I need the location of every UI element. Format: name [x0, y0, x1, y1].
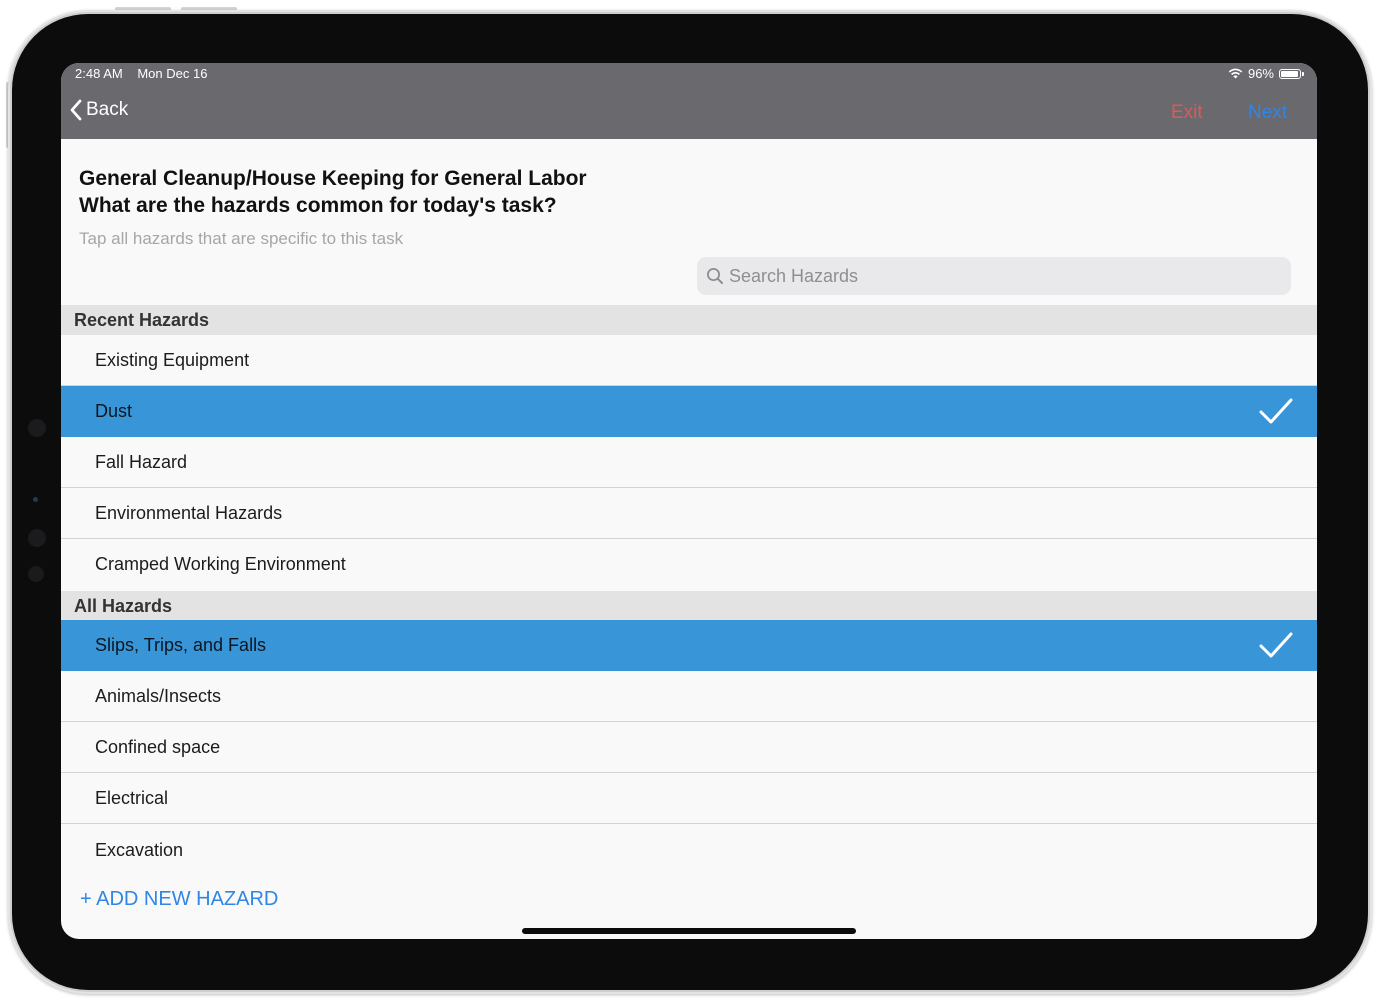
top-button-1 [115, 7, 171, 12]
search-icon [706, 267, 724, 285]
add-new-hazard-button[interactable]: + ADD NEW HAZARD [80, 888, 278, 911]
sensor-3 [28, 566, 44, 582]
battery-icon [1279, 68, 1304, 79]
navigation-bar: 2:48 AM Mon Dec 16 96% Back Exit Next [61, 63, 1317, 139]
camera-lens [33, 497, 38, 502]
section-header-recent-hazards: Recent Hazards [61, 305, 1317, 335]
hazard-row-slips-trips-falls[interactable]: Slips, Trips, and Falls [61, 620, 1317, 671]
section-header-all-hazards: All Hazards [61, 591, 1317, 621]
hazard-row-existing-equipment[interactable]: Existing Equipment [61, 335, 1317, 386]
checkmark-icon [1259, 632, 1293, 658]
task-title: General Cleanup/House Keeping for Genera… [79, 167, 587, 190]
sensor-2 [28, 529, 46, 547]
hazard-label: Environmental Hazards [95, 503, 283, 523]
top-button-2 [181, 7, 237, 12]
hazard-label: Animals/Insects [95, 686, 222, 706]
back-button[interactable]: Back [69, 99, 128, 121]
back-label: Back [86, 99, 129, 120]
status-bar-right: 96% [1228, 66, 1304, 81]
hazard-question: What are the hazards common for today's … [79, 194, 557, 217]
hazard-row-fall-hazard[interactable]: Fall Hazard [61, 437, 1317, 488]
chevron-left-icon [70, 99, 82, 121]
hazard-label: Existing Equipment [95, 350, 250, 370]
next-button[interactable]: Next [1248, 102, 1287, 124]
hazard-label: Dust [95, 401, 133, 421]
home-indicator[interactable] [522, 928, 856, 934]
search-input[interactable]: Search Hazards [729, 266, 858, 287]
wifi-icon [1228, 68, 1243, 79]
app-screen: 2:48 AM Mon Dec 16 96% Back Exit Next Ge… [61, 63, 1317, 939]
hazard-row-environmental-hazards[interactable]: Environmental Hazards [61, 488, 1317, 539]
hazard-row-animals-insects[interactable]: Animals/Insects [61, 671, 1317, 722]
hazard-label: Excavation [95, 840, 184, 860]
hazard-label: Slips, Trips, and Falls [95, 635, 267, 655]
hazard-row-cramped-working-environment[interactable]: Cramped Working Environment [61, 539, 1317, 590]
checkmark-icon [1259, 398, 1293, 424]
hazard-label: Confined space [95, 737, 221, 757]
side-button [6, 82, 11, 148]
sensor-1 [28, 419, 46, 437]
status-time: 2:48 AM [75, 66, 123, 81]
hazard-row-electrical[interactable]: Electrical [61, 773, 1317, 824]
search-field[interactable]: Search Hazards [697, 257, 1291, 295]
exit-button[interactable]: Exit [1171, 102, 1203, 124]
hazard-label: Electrical [95, 788, 169, 808]
battery-percent: 96% [1247, 66, 1274, 81]
hazard-row-dust[interactable]: Dust [61, 386, 1317, 437]
hazard-row-confined-space[interactable]: Confined space [61, 722, 1317, 773]
hazard-label: Fall Hazard [95, 452, 188, 472]
status-date: Mon Dec 16 [137, 66, 208, 81]
hazard-label: Cramped Working Environment [95, 554, 346, 574]
instruction-text: Tap all hazards that are specific to thi… [79, 229, 404, 248]
hazard-row-excavation[interactable]: Excavation [61, 825, 1317, 876]
status-bar-left: 2:48 AM Mon Dec 16 [75, 66, 218, 81]
